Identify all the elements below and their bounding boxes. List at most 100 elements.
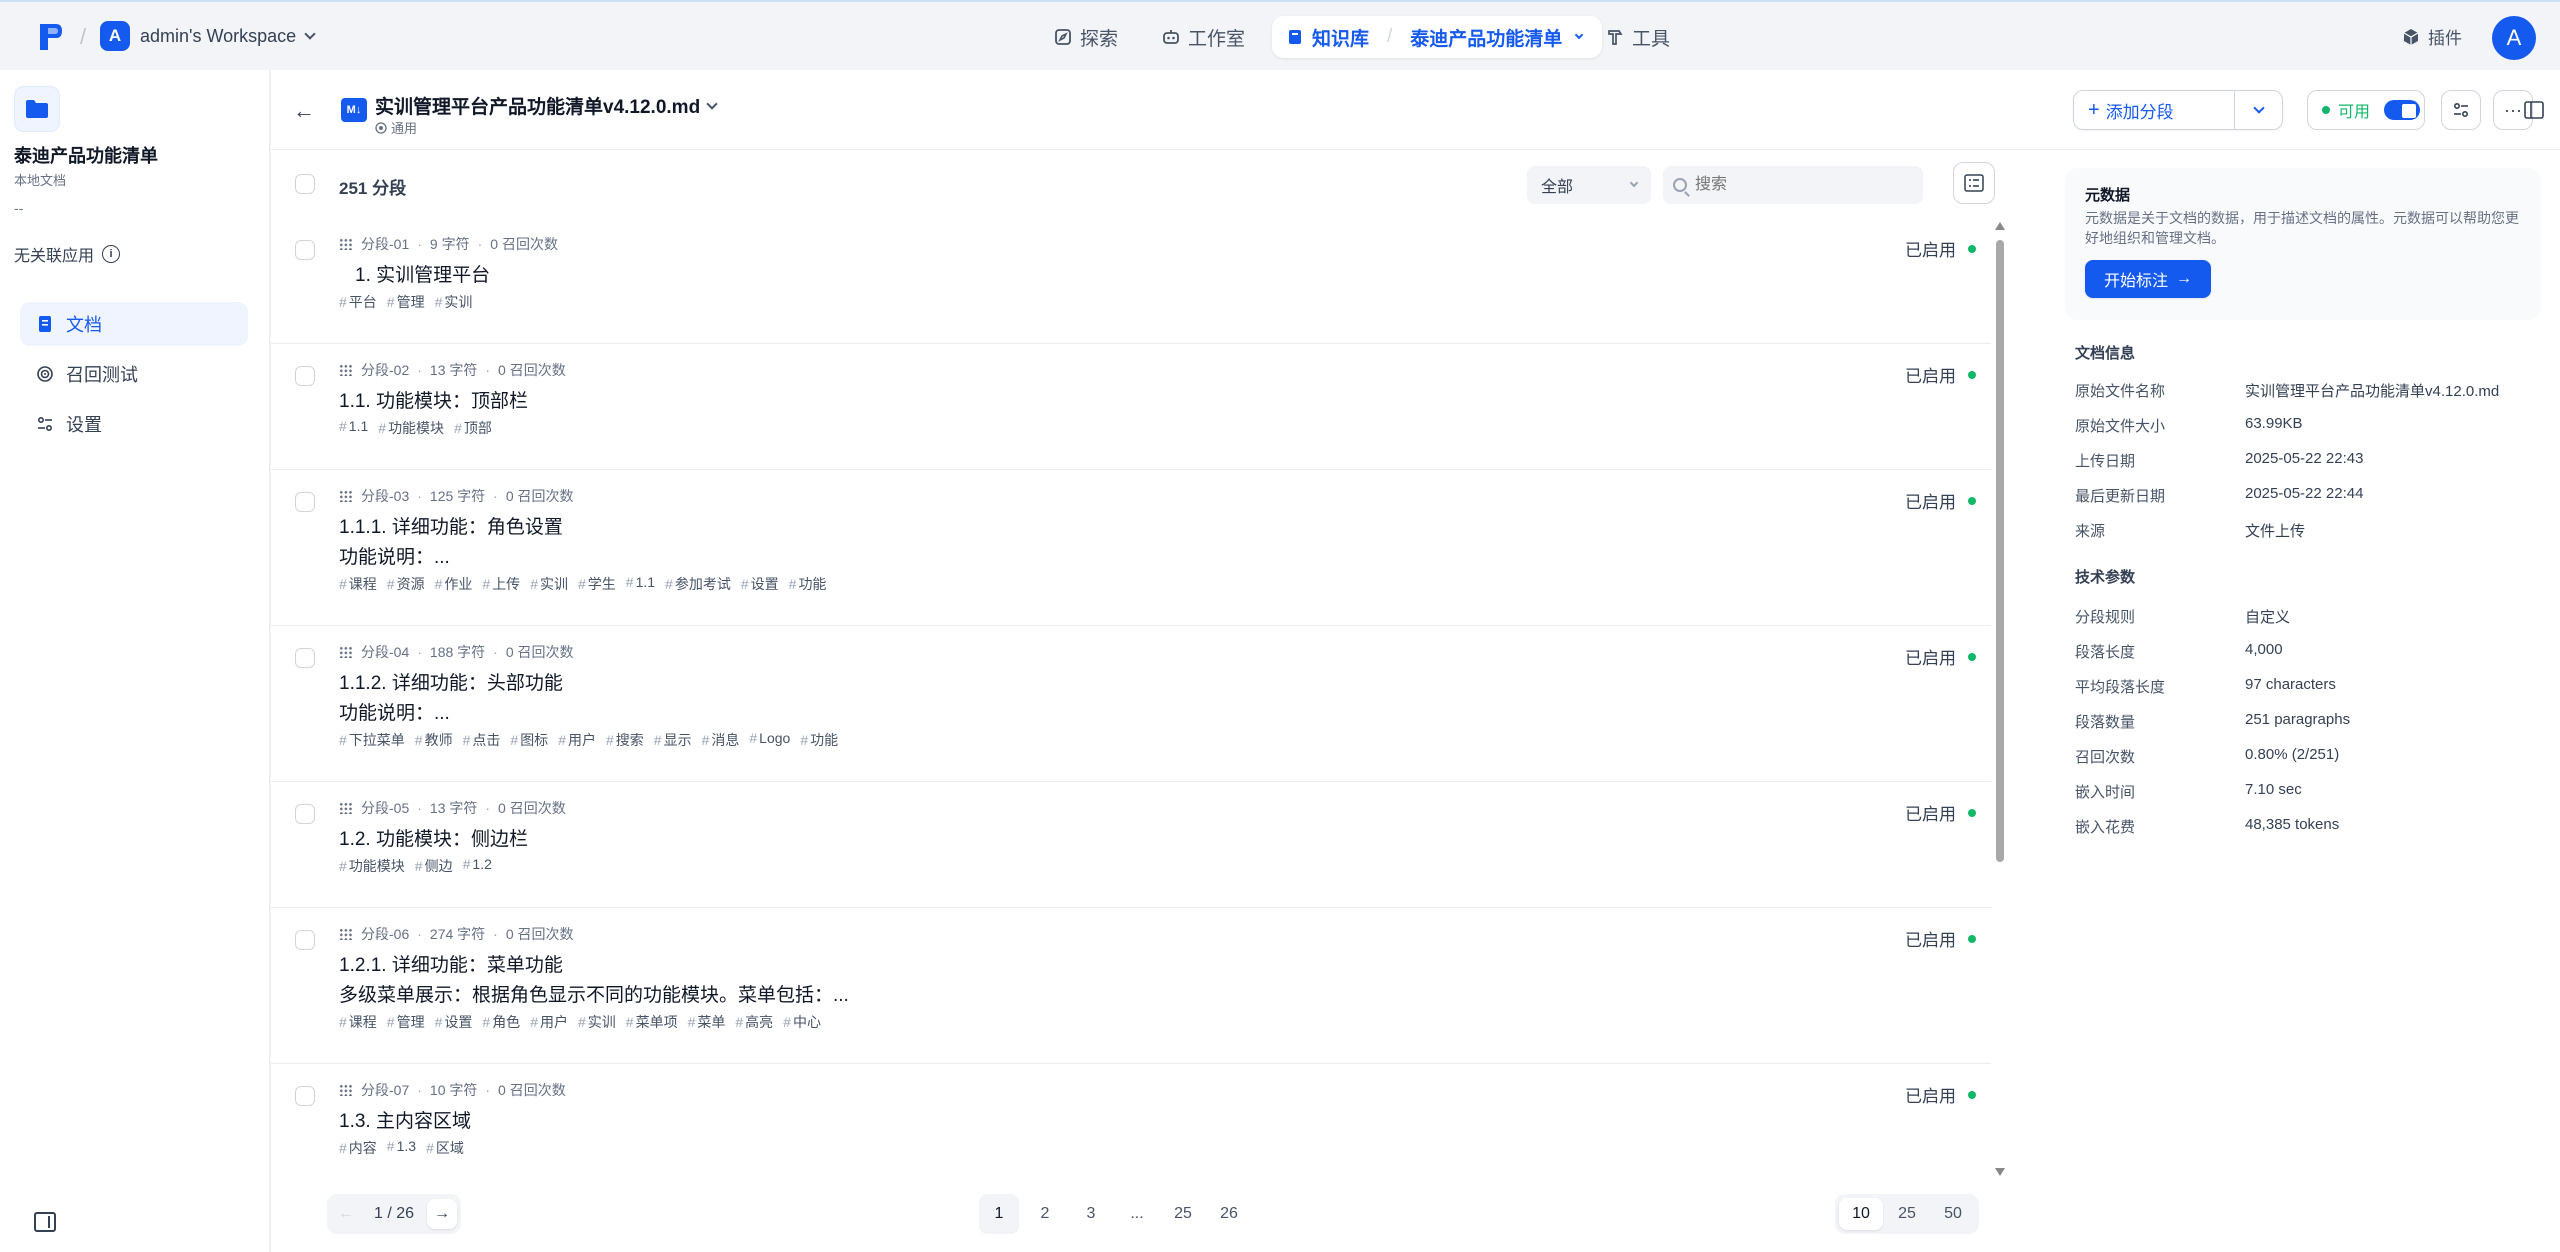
start-labeling-button[interactable]: 开始标注 → — [2085, 260, 2211, 298]
segment-tag: 用户 — [530, 1012, 568, 1032]
page-number[interactable]: 26 — [1209, 1194, 1249, 1234]
info-value: 2025-05-22 22:43 — [2245, 450, 2364, 467]
scroll-down-arrow-icon[interactable] — [1995, 1168, 2005, 1176]
segment-recall: 0 召回次数 — [498, 362, 566, 378]
status-filter-select[interactable]: 全部 — [1527, 166, 1651, 204]
app-logo-icon[interactable] — [38, 22, 64, 52]
page-number[interactable]: 3 — [1071, 1194, 1111, 1234]
segment-checkbox[interactable] — [295, 240, 315, 260]
page-size-option[interactable]: 50 — [1931, 1198, 1975, 1230]
status-dot — [1968, 370, 1976, 379]
workspace-switcher[interactable]: A admin's Workspace — [100, 20, 316, 52]
segment-item[interactable]: 分段-05· 13 字符· 0 召回次数 1.2. 功能模块：侧边栏 功能模块 … — [271, 782, 1991, 908]
nav-studio[interactable]: 工作室 — [1148, 16, 1259, 58]
segment-recall: 0 召回次数 — [490, 236, 558, 252]
sidebar-item-label: 文档 — [66, 315, 102, 335]
segment-tag: 角色 — [482, 1012, 520, 1032]
segment-list-header: 251 分段 全部 — [271, 162, 2001, 206]
segment-id: 分段-05 — [361, 800, 410, 816]
segment-status-label: 已启用 — [1905, 493, 1956, 512]
chunk-mode: 通用 — [375, 118, 417, 137]
collapse-sidebar-icon[interactable] — [34, 1212, 56, 1232]
page-indicator: 1 / 26 — [373, 1205, 415, 1222]
segment-title: 1. 实训管理平台 — [355, 265, 491, 286]
nav-tools[interactable]: 工具 — [1592, 16, 1684, 58]
info-row: 上传日期 2025-05-22 22:43 — [2075, 450, 2363, 471]
segment-settings-button[interactable] — [2441, 90, 2481, 130]
segment-tag: 1.1 — [339, 418, 368, 438]
segment-id: 分段-04 — [361, 644, 410, 660]
segment-checkbox[interactable] — [295, 804, 315, 824]
page-number[interactable]: 2 — [1025, 1194, 1065, 1234]
nav-kb-separator: / — [1387, 26, 1393, 47]
grip-icon — [339, 238, 353, 250]
segment-tag: 图标 — [510, 730, 548, 750]
segment-checkbox[interactable] — [295, 930, 315, 950]
collapse-toggle-button[interactable] — [1953, 162, 1995, 204]
segment-checkbox[interactable] — [295, 1086, 315, 1106]
segment-checkbox[interactable] — [295, 648, 315, 668]
plugins-button[interactable]: 插件 — [2402, 24, 2462, 49]
document-status-toggle-box: 可用 — [2307, 90, 2425, 130]
chevron-down-icon — [304, 28, 316, 40]
scroll-up-arrow-icon[interactable] — [1995, 222, 2005, 230]
segment-tag: 内容 — [339, 1138, 377, 1158]
next-page-arrow-icon[interactable]: → — [426, 1199, 457, 1229]
user-avatar[interactable]: A — [2492, 16, 2536, 60]
prev-page-arrow-icon[interactable]: ← — [331, 1199, 361, 1229]
related-apps-label: 无关联应用 — [14, 248, 95, 265]
page-size-option[interactable]: 10 — [1839, 1198, 1883, 1230]
add-segment-main[interactable]: + 添加分段 — [2074, 98, 2234, 123]
segment-item[interactable]: 分段-07· 10 字符· 0 召回次数 1.3. 主内容区域 内容 1.3 区… — [271, 1064, 1991, 1190]
nav-knowledge-base[interactable]: 知识库 / 泰迪产品功能清单 — [1272, 16, 1603, 58]
page-size-option[interactable]: 25 — [1885, 1198, 1929, 1230]
chevron-down-icon — [706, 97, 718, 110]
grip-icon — [339, 646, 353, 658]
info-key: 上传日期 — [2075, 453, 2136, 470]
info-key: 分段规则 — [2075, 609, 2136, 626]
segment-tag: 设置 — [741, 574, 779, 594]
current-page[interactable]: 1 — [374, 1205, 383, 1222]
dataset-icon-box — [14, 86, 60, 132]
info-key: 召回次数 — [2075, 749, 2136, 766]
segment-list-scrollbar[interactable] — [1995, 222, 2005, 1176]
segment-item[interactable]: 分段-03 · 125 字符 · 0 召回次数 1.1.1. 详细功能：角色设置 功… — [271, 470, 1991, 626]
nav-explore[interactable]: 探索 — [1040, 16, 1132, 58]
add-segment-button[interactable]: + 添加分段 — [2073, 90, 2283, 130]
sidebar-item-recall-test[interactable]: 召回测试 — [20, 352, 248, 396]
enable-toggle[interactable] — [2384, 100, 2421, 120]
sidebar-item-settings[interactable]: 设置 — [20, 402, 248, 446]
segment-item[interactable]: 分段-04 · 188 字符 · 0 召回次数 1.1.2. 详细功能：头部功能 功… — [271, 626, 1991, 782]
cube-icon — [2403, 28, 2419, 45]
document-name-selector[interactable]: 实训管理平台产品功能清单v4.12.0.md — [375, 92, 718, 119]
segment-tag: 侧边 — [415, 856, 453, 876]
sidebar-item-documents[interactable]: 文档 — [20, 302, 248, 346]
info-icon[interactable]: i — [102, 245, 121, 263]
page-number[interactable]: 1 — [979, 1194, 1019, 1234]
segment-checkbox[interactable] — [295, 366, 315, 386]
segment-tag: 课程 — [339, 1012, 377, 1032]
select-all-checkbox[interactable] — [295, 174, 315, 194]
segment-status-label: 已启用 — [1905, 805, 1956, 824]
scrollbar-thumb[interactable] — [1996, 240, 2004, 862]
status-dot — [1968, 496, 1976, 505]
back-arrow-icon[interactable]: ← — [293, 98, 315, 124]
segment-item[interactable]: 分段-01· 9 字符· 0 召回次数 1. 实训管理平台 平台 管理 实训 已… — [271, 218, 1991, 344]
workspace-avatar: A — [100, 21, 130, 51]
status-dot — [1968, 652, 1976, 661]
nav-kb-current[interactable]: 泰迪产品功能清单 — [1410, 24, 1562, 51]
info-value: 文件上传 — [2245, 523, 2306, 540]
segment-checkbox[interactable] — [295, 492, 315, 512]
page-number[interactable]: 25 — [1163, 1194, 1203, 1234]
add-segment-dropdown[interactable] — [2235, 102, 2282, 114]
search-input[interactable] — [1663, 166, 1923, 204]
info-value: 实训管理平台产品功能清单v4.12.0.md — [2245, 383, 2500, 400]
segment-status: 已启用 — [1905, 236, 1976, 261]
document-status: 可用 — [2338, 104, 2371, 121]
target-icon — [37, 366, 53, 382]
chevron-down-icon[interactable] — [1575, 30, 1584, 40]
segment-item[interactable]: 分段-02· 13 字符· 0 召回次数 1.1. 功能模块：顶部栏 1.1 功… — [271, 344, 1991, 470]
segment-item[interactable]: 分段-06 · 274 字符 · 0 召回次数 1.2.1. 详细功能：菜单功能 多… — [271, 908, 1991, 1064]
segment-title: 1.2.1. 详细功能：菜单功能 — [339, 955, 563, 976]
toggle-panel-button[interactable] — [2519, 90, 2549, 130]
